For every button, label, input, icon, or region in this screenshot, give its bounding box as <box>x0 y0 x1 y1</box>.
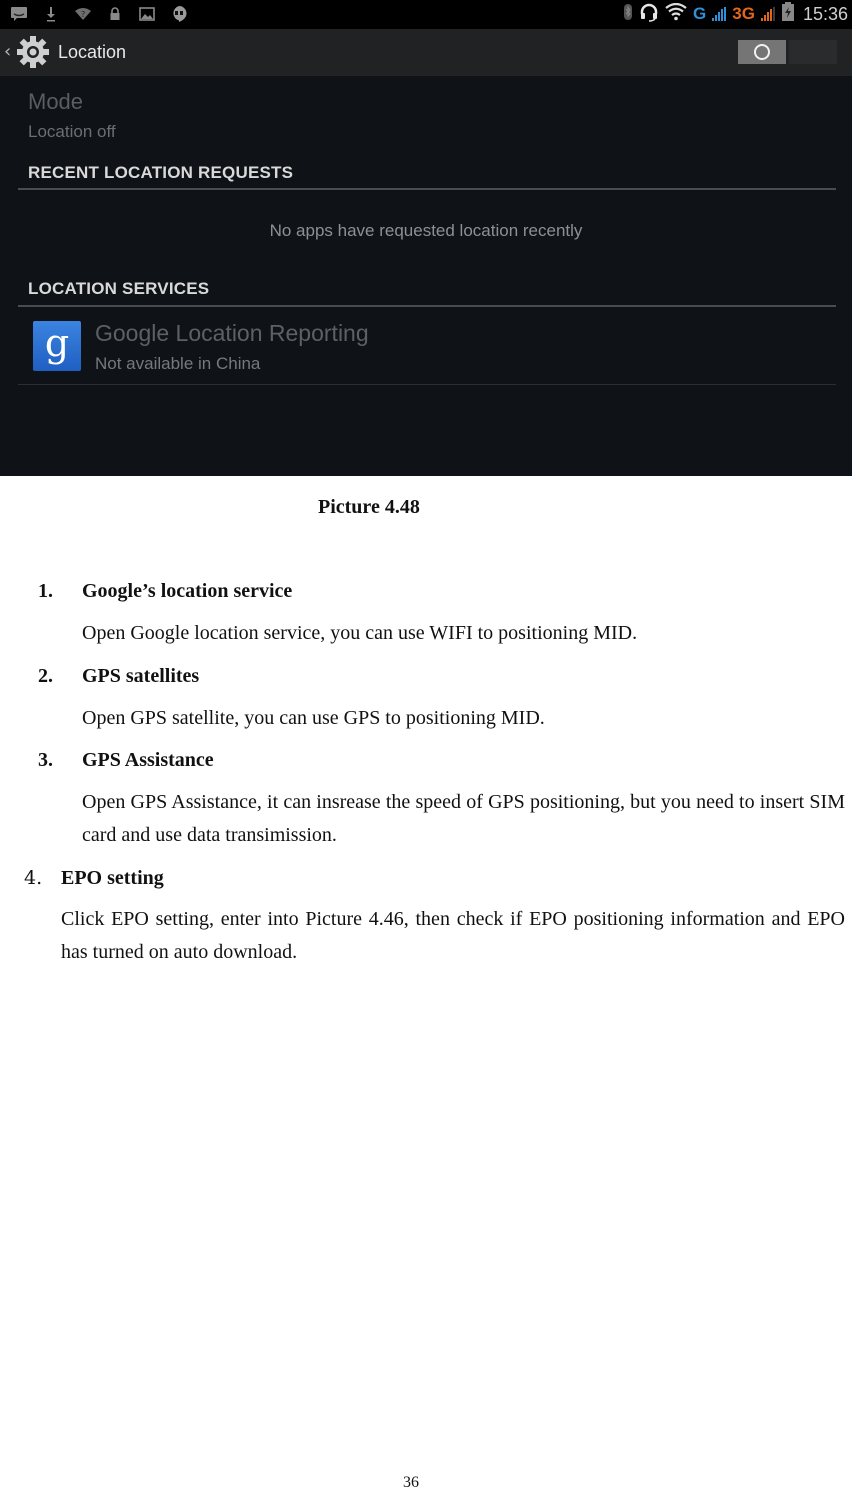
page-number: 36 <box>403 1474 419 1490</box>
item-heading: GPS satellites <box>82 665 200 687</box>
item-heading: EPO setting <box>61 867 164 889</box>
battery-icon <box>781 2 795 26</box>
signal-bars-icon-blue <box>712 7 727 21</box>
item-body: Open GPS Assistance, it can insrease the… <box>82 791 845 846</box>
location-toggle[interactable] <box>738 40 837 64</box>
location-services-header: LOCATION SERVICES <box>28 279 210 298</box>
message-icon <box>10 5 28 23</box>
clock: 15:36 <box>802 3 848 24</box>
mode-value: Location off <box>28 122 116 141</box>
service-title: Google Location Reporting <box>95 320 369 346</box>
bluetooth-icon <box>623 3 633 25</box>
download-icon <box>42 5 60 23</box>
row-divider <box>18 384 836 385</box>
google-g-icon: g <box>33 321 81 371</box>
toggle-track[interactable] <box>789 40 837 64</box>
section-divider <box>18 305 836 307</box>
settings-gear-icon[interactable] <box>15 34 51 70</box>
network-3g-indicator: 3G <box>732 4 755 23</box>
back-chevron-icon[interactable]: ‹ <box>4 41 11 62</box>
section-divider <box>18 188 836 190</box>
empty-message-text: No apps have requested location recently <box>269 221 583 240</box>
item-body: Open Google location service, you can us… <box>82 622 638 644</box>
lock-icon <box>106 5 124 23</box>
item-number: 3. <box>38 749 53 771</box>
figure-caption: Picture 4.48 <box>318 496 420 518</box>
action-bar: ‹ Location <box>0 29 852 76</box>
item-number: 4. <box>24 867 43 889</box>
item-number: 2. <box>38 665 53 687</box>
item-heading: Google’s location service <box>82 580 293 602</box>
hangouts-icon <box>170 5 188 23</box>
system-status-icons: G 3G 15:36 <box>623 2 848 26</box>
wifi-icon <box>665 2 687 25</box>
recent-requests-header: RECENT LOCATION REQUESTS <box>28 163 294 182</box>
svg-text:?: ? <box>81 10 85 19</box>
status-bar: ? G 3G 15:36 <box>0 0 852 29</box>
mode-title: Mode <box>28 89 84 114</box>
notification-icons: ? <box>10 5 188 23</box>
location-settings-screenshot: ? G 3G 15:36 ‹ Location Mode Location of… <box>0 0 852 476</box>
item-body: Open GPS satellite, you can use GPS to p… <box>82 707 545 729</box>
image-icon <box>138 5 156 23</box>
signal-bars-icon-orange <box>760 7 775 21</box>
no-recent-requests-message: No apps have requested location recently <box>0 221 852 241</box>
toggle-off-ring-icon <box>754 44 770 60</box>
wifi-question-icon: ? <box>74 5 92 23</box>
service-subtitle: Not available in China <box>95 354 261 373</box>
headset-icon <box>639 2 659 26</box>
item-number: 1. <box>38 580 53 602</box>
screen-title: Location <box>58 42 127 62</box>
network-g-indicator: G <box>693 4 707 23</box>
toggle-thumb[interactable] <box>738 40 786 64</box>
item-body: Click EPO setting, enter into Picture 4.… <box>61 908 845 963</box>
item-heading: GPS Assistance <box>82 749 214 771</box>
